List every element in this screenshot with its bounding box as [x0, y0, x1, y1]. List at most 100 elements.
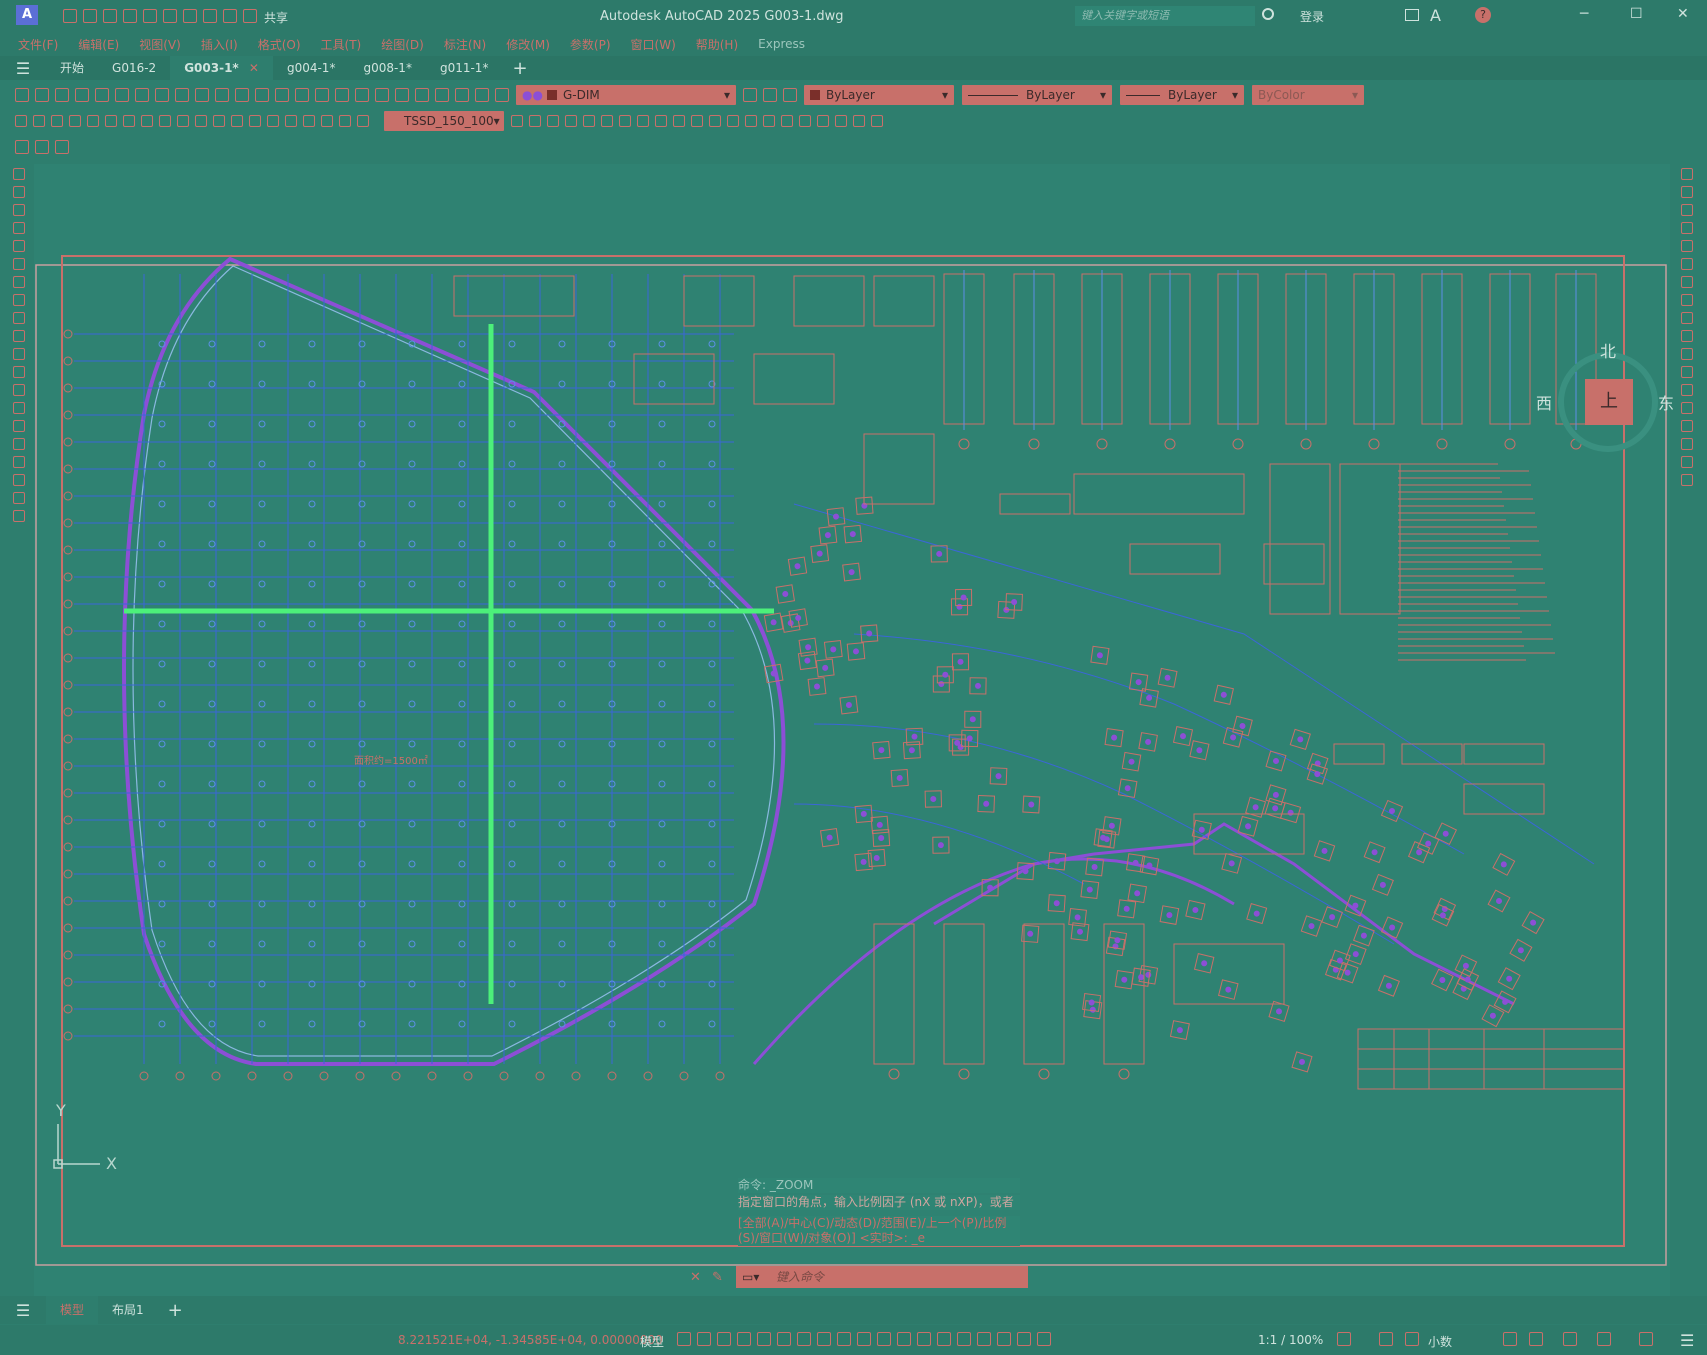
center-mark-icon[interactable] — [267, 115, 279, 127]
viewcube-face-top[interactable]: 上 — [1585, 379, 1633, 425]
gradient-icon[interactable] — [13, 438, 25, 450]
tssd-tool-17-icon[interactable] — [817, 115, 829, 127]
redo-icon[interactable] — [235, 88, 249, 102]
quick-dim-icon[interactable] — [159, 115, 171, 127]
array-icon[interactable] — [1681, 240, 1693, 252]
tab-g008-1[interactable]: g008-1* — [349, 56, 426, 80]
menu-express[interactable]: Express — [758, 37, 805, 51]
auto-scale-icon[interactable] — [1017, 1332, 1031, 1346]
tssd-tool-5-icon[interactable] — [601, 115, 613, 127]
infer-icon[interactable] — [717, 1332, 731, 1346]
tolerance-icon[interactable] — [249, 115, 261, 127]
tssd-tool-4-icon[interactable] — [583, 115, 595, 127]
extra-tool-1-icon[interactable] — [15, 140, 29, 154]
save-as-icon[interactable] — [123, 9, 137, 23]
lock-ui-icon[interactable] — [1529, 1332, 1543, 1346]
drawing-canvas[interactable]: 面积约=1500㎡ Y X 上 北 西 东 — [34, 164, 1674, 1296]
layer-manager-icon[interactable] — [455, 88, 469, 102]
line-icon[interactable] — [13, 168, 25, 180]
design-center-icon[interactable] — [355, 88, 369, 102]
polygon-icon[interactable] — [13, 222, 25, 234]
extend-icon[interactable] — [1681, 348, 1693, 360]
menu-draw[interactable]: 绘图(D) — [381, 36, 424, 53]
menu-file[interactable]: 文件(F) — [18, 36, 58, 53]
break-icon[interactable] — [231, 115, 243, 127]
transparency-icon[interactable] — [877, 1332, 891, 1346]
menu-window[interactable]: 窗口(W) — [631, 36, 676, 53]
share-label[interactable]: 共享 — [264, 9, 288, 26]
tab-layout1[interactable]: 布局1 — [98, 1296, 158, 1324]
tab-close-icon[interactable]: ✕ — [249, 61, 259, 75]
inspect-icon[interactable] — [285, 115, 297, 127]
tabs-menu-icon[interactable]: ☰ — [0, 59, 46, 78]
undo-icon[interactable] — [203, 9, 217, 23]
aligned-dim-icon[interactable] — [33, 115, 45, 127]
grid-icon[interactable] — [677, 1332, 691, 1346]
model-space-button[interactable]: 模型 — [640, 1333, 664, 1350]
isolate-objects-icon[interactable] — [1563, 1332, 1577, 1346]
menu-view[interactable]: 视图(V) — [139, 36, 181, 53]
cut-icon[interactable] — [135, 88, 149, 102]
break-at-point-icon[interactable] — [1681, 366, 1693, 378]
new-icon[interactable] — [63, 9, 77, 23]
spline-icon[interactable] — [13, 312, 25, 324]
menu-format[interactable]: 格式(O) — [258, 36, 301, 53]
paste-icon[interactable] — [175, 88, 189, 102]
arc-icon[interactable] — [13, 258, 25, 270]
tssd-tool-20-icon[interactable] — [871, 115, 883, 127]
object-snap-icon[interactable] — [837, 1332, 851, 1346]
layer-match-icon[interactable] — [783, 88, 797, 102]
clean-screen-icon[interactable] — [1639, 1332, 1653, 1346]
dim-style-icon[interactable] — [511, 115, 523, 127]
tssd-tool-11-icon[interactable] — [709, 115, 721, 127]
zoom-realtime-icon[interactable] — [275, 88, 289, 102]
tssd-tool-10-icon[interactable] — [691, 115, 703, 127]
ellipse-arc-icon[interactable] — [13, 348, 25, 360]
new-icon[interactable] — [15, 88, 29, 102]
dim-update-icon[interactable] — [357, 115, 369, 127]
join-icon[interactable] — [1681, 402, 1693, 414]
dynamic-input-icon[interactable] — [737, 1332, 751, 1346]
match-properties-icon[interactable] — [195, 88, 209, 102]
rotate-icon[interactable] — [1681, 276, 1693, 288]
diameter-icon[interactable] — [123, 115, 135, 127]
units-value[interactable]: 小数 — [1428, 1333, 1452, 1350]
menu-insert[interactable]: 插入(I) — [201, 36, 238, 53]
dim-edit-icon[interactable] — [321, 115, 333, 127]
tssd-tool-3-icon[interactable] — [565, 115, 577, 127]
gizmo-icon[interactable] — [977, 1332, 991, 1346]
tab-g011-1[interactable]: g011-1* — [426, 56, 503, 80]
space-icon[interactable] — [213, 115, 225, 127]
share-icon[interactable] — [243, 9, 257, 23]
save-icon[interactable] — [103, 9, 117, 23]
properties-icon[interactable] — [335, 88, 349, 102]
isodraft-icon[interactable] — [797, 1332, 811, 1346]
tssd-tool-18-icon[interactable] — [835, 115, 847, 127]
chamfer-icon[interactable] — [1681, 420, 1693, 432]
hatch-icon[interactable] — [13, 420, 25, 432]
angular-icon[interactable] — [141, 115, 153, 127]
point-icon[interactable] — [13, 402, 25, 414]
pan-icon[interactable] — [255, 88, 269, 102]
copy-icon[interactable] — [155, 88, 169, 102]
units-icon[interactable] — [1405, 1332, 1419, 1346]
radius-icon[interactable] — [87, 115, 99, 127]
linear-dim-icon[interactable] — [15, 115, 27, 127]
layout-menu-icon[interactable]: ☰ — [0, 1301, 46, 1320]
menu-dimension[interactable]: 标注(N) — [444, 36, 486, 53]
publish-icon[interactable] — [115, 88, 129, 102]
tssd-tool-19-icon[interactable] — [853, 115, 865, 127]
tab-model[interactable]: 模型 — [46, 1296, 99, 1324]
offset-icon[interactable] — [1681, 222, 1693, 234]
break-object-icon[interactable] — [1681, 384, 1693, 396]
menu-edit[interactable]: 编辑(E) — [78, 36, 119, 53]
tssd-tool-13-icon[interactable] — [745, 115, 757, 127]
layer-previous-icon[interactable] — [763, 88, 777, 102]
annotation-scale-icon[interactable] — [1037, 1332, 1051, 1346]
ellipse-icon[interactable] — [13, 330, 25, 342]
make-current-icon[interactable] — [743, 88, 757, 102]
color-dropdown[interactable]: ByLayer ▾ — [804, 85, 954, 105]
tab-g004-1[interactable]: g004-1* — [273, 56, 350, 80]
quick-properties-icon[interactable] — [1503, 1332, 1517, 1346]
login-button[interactable]: 登录 — [1300, 8, 1324, 25]
